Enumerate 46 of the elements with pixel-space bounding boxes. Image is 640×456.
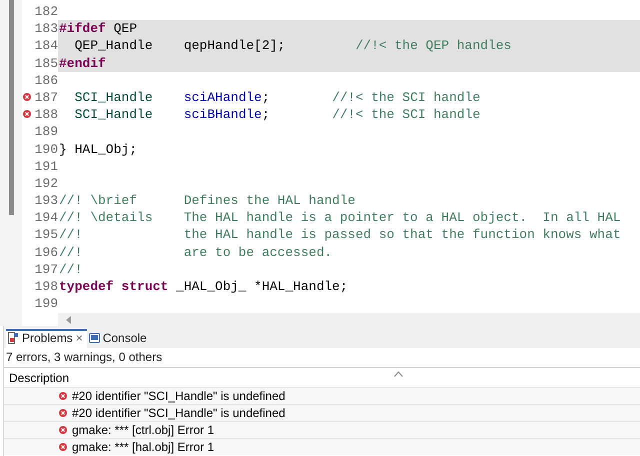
line-number: 182 <box>34 3 58 20</box>
problems-summary: 7 errors, 3 warnings, 0 others <box>6 350 162 364</box>
code-line: //! <box>59 262 82 277</box>
line-number: 185 <box>34 54 58 72</box>
line-number: 186 <box>34 72 58 89</box>
error-icon <box>59 426 67 434</box>
problem-description[interactable]: gmake: *** [ctrl.obj] Error 1 <box>72 423 214 437</box>
line-number: 187 <box>34 88 58 106</box>
line-number: 189 <box>34 123 58 141</box>
error-icon <box>59 392 67 400</box>
line-number: 184 <box>34 37 58 55</box>
problem-description[interactable]: gmake: *** [hal.obj] Error 1 <box>72 440 214 454</box>
code-line: //! \details The HAL handle is a pointer to a HAL object. In all HAL <box>59 210 621 226</box>
code-line: } HAL_Obj; <box>59 142 138 156</box>
code-line: typedef struct _HAL_Obj_ *HAL_Handle; <box>59 279 348 294</box>
code-line: //! the HAL handle is passed so that the function knows what <box>59 227 621 242</box>
panel-tab[interactable]: Console <box>86 329 151 348</box>
line-number: 196 <box>34 244 58 261</box>
scrollbar-thumb[interactable] <box>9 0 14 215</box>
console-icon <box>88 332 100 344</box>
horizontal-scrollbar[interactable] <box>58 313 640 326</box>
column-header[interactable]: Description <box>9 370 70 384</box>
line-number: 188 <box>34 106 58 124</box>
error-icon <box>59 409 67 417</box>
line-number: 193 <box>34 192 58 210</box>
code-line: #endif <box>59 56 106 71</box>
error-icon <box>59 443 67 451</box>
code-line: //! \brief Defines the HAL handle <box>59 193 356 208</box>
line-number: 192 <box>34 174 58 192</box>
line-number: 191 <box>34 158 58 175</box>
line-number: 190 <box>34 140 58 158</box>
problems-icon <box>8 332 19 344</box>
code-line: #ifdef QEP <box>59 21 138 36</box>
code-line: SCI_Handle sciAHandle; //!< the SCI handle <box>74 90 480 105</box>
panel-tab[interactable]: Problems × <box>6 329 87 348</box>
line-number: 198 <box>34 278 58 296</box>
line-number: 199 <box>34 295 58 312</box>
line-number: 194 <box>34 209 58 226</box>
sort-caret-icon[interactable] <box>394 371 403 377</box>
line-number: 183 <box>34 20 58 38</box>
code-line: SCI_Handle sciBHandle; //!< the SCI handle <box>74 107 480 122</box>
line-number: 195 <box>34 226 58 244</box>
scroll-left-icon[interactable] <box>66 316 71 324</box>
code-line: QEP_Handle qepHandle[2]; //!< the QEP handles <box>74 38 512 54</box>
code-line: //! are to be accessed. <box>59 244 332 260</box>
line-number: 197 <box>34 260 58 278</box>
